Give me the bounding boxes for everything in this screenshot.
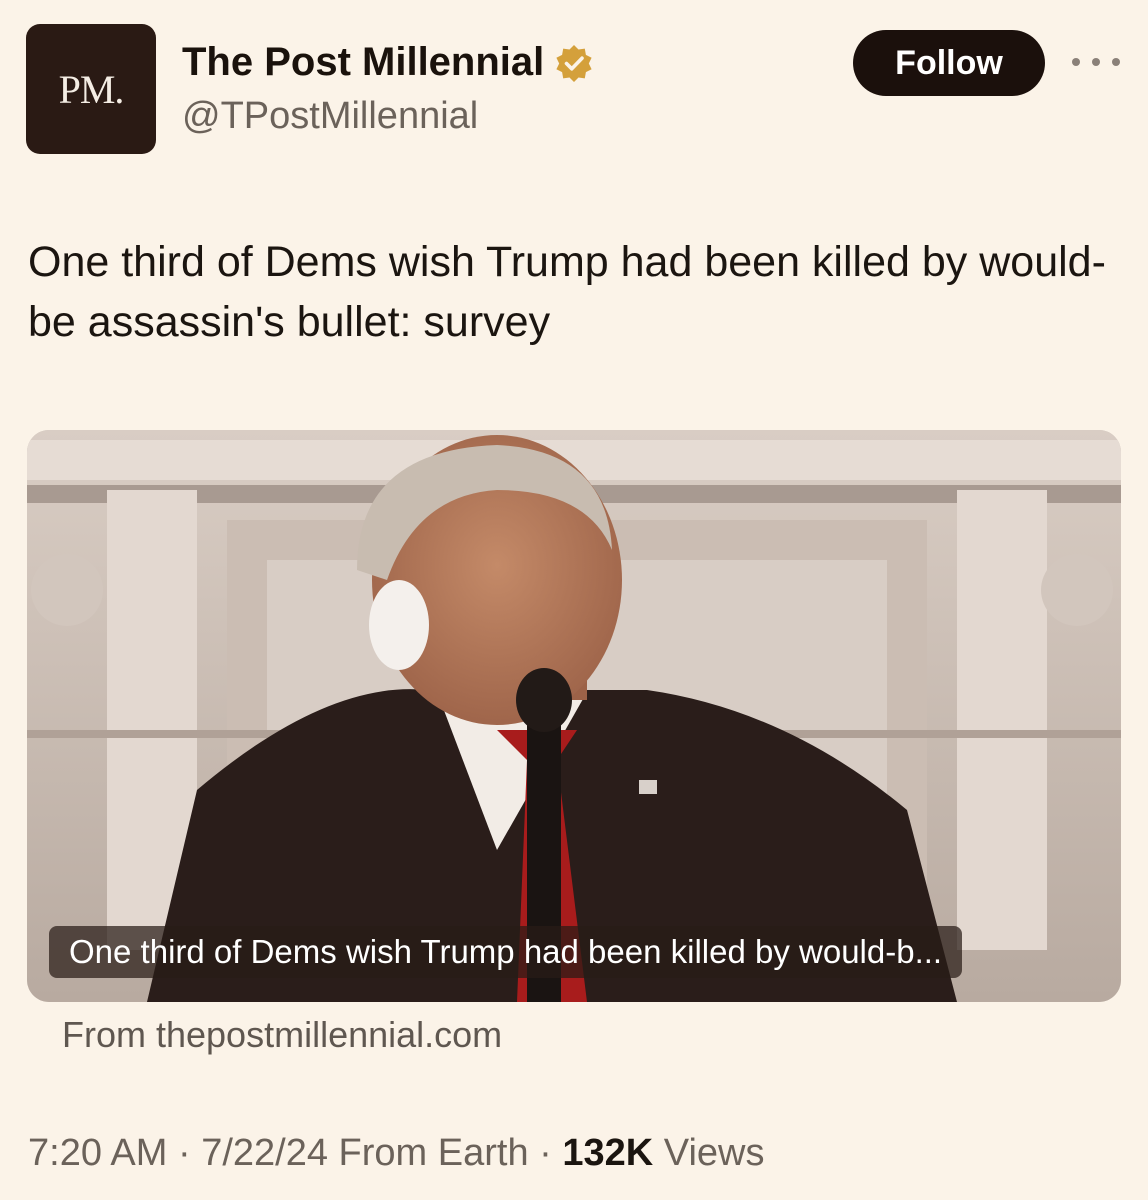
author-name-text[interactable]: The Post Millennial bbox=[182, 40, 544, 85]
tweet-meta: 7:20 AM · 7/22/24 From Earth · 132K View… bbox=[28, 1132, 764, 1175]
tweet-time[interactable]: 7:20 AM bbox=[28, 1132, 167, 1174]
tweet-text: One third of Dems wish Trump had been ki… bbox=[28, 238, 1106, 346]
tweet-location: From Earth bbox=[328, 1132, 529, 1174]
avatar-logo-text: PM. bbox=[58, 66, 125, 112]
card-photo[interactable] bbox=[27, 430, 1121, 1002]
meta-separator: · bbox=[167, 1132, 202, 1174]
views-count[interactable]: 132K bbox=[562, 1132, 653, 1174]
more-options-icon[interactable] bbox=[1072, 50, 1120, 74]
views-label: Views bbox=[653, 1132, 765, 1174]
follow-button[interactable]: Follow bbox=[853, 30, 1045, 96]
meta-separator: · bbox=[528, 1132, 563, 1174]
dot bbox=[1072, 58, 1080, 66]
avatar[interactable]: PM. bbox=[26, 24, 156, 154]
tweet-date[interactable]: 7/22/24 bbox=[201, 1132, 328, 1174]
card-caption[interactable]: One third of Dems wish Trump had been ki… bbox=[49, 926, 963, 978]
author-handle[interactable]: @TPostMillennial bbox=[182, 95, 478, 138]
verified-badge-icon[interactable] bbox=[554, 43, 594, 83]
dot bbox=[1112, 58, 1120, 66]
author-display-name[interactable]: The Post Millennial bbox=[182, 40, 594, 85]
card-source-domain[interactable]: From thepostmillennial.com bbox=[62, 1014, 502, 1056]
link-card[interactable]: One third of Dems wish Trump had been ki… bbox=[27, 430, 1121, 1002]
tweet-page: PM. The Post Millennial @TPostMillennial… bbox=[0, 0, 1148, 1200]
dot bbox=[1092, 58, 1100, 66]
